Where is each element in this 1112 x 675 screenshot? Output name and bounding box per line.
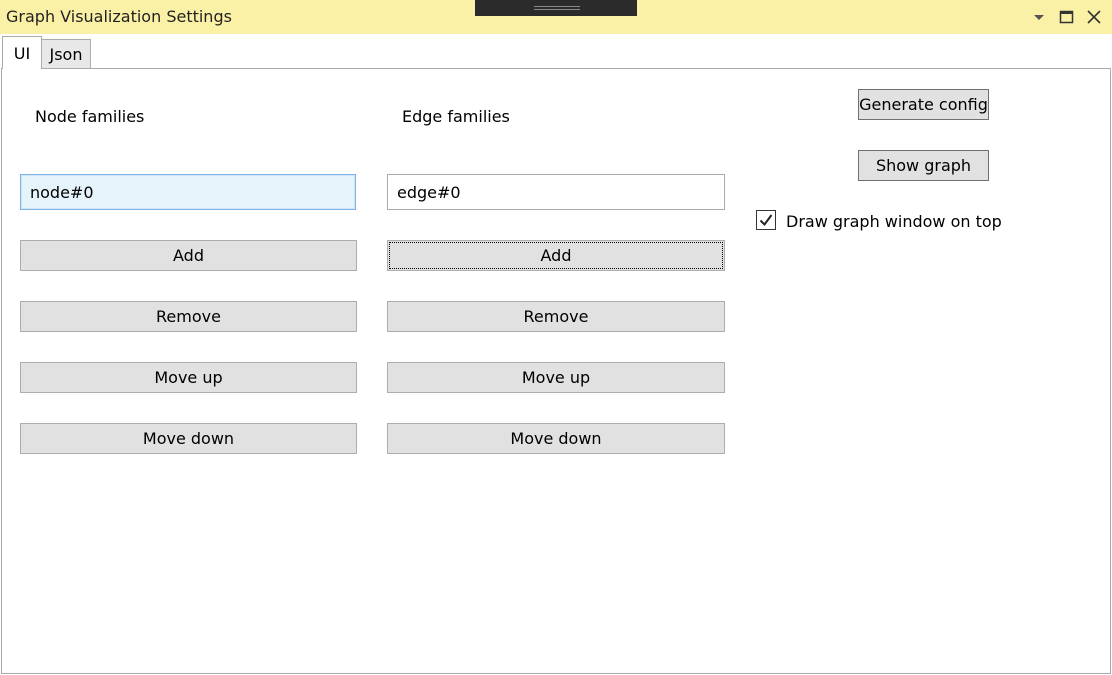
draw-on-top-checkbox[interactable] — [756, 210, 776, 230]
title-bar: Graph Visualization Settings — [0, 0, 1112, 34]
edge-remove-button[interactable]: Remove — [387, 301, 725, 332]
checkmark-icon — [759, 214, 773, 227]
node-move-down-button[interactable]: Move down — [20, 423, 357, 454]
edge-families-heading: Edge families — [402, 107, 510, 126]
drag-handle[interactable] — [475, 0, 637, 16]
edge-move-up-button[interactable]: Move up — [387, 362, 725, 393]
edge-family-input[interactable] — [387, 174, 725, 210]
edge-add-button[interactable]: Add — [387, 240, 725, 271]
grip-line — [534, 6, 580, 7]
node-families-heading: Node families — [35, 107, 145, 126]
node-add-button[interactable]: Add — [20, 240, 357, 271]
grip-line — [534, 9, 580, 10]
generate-config-button[interactable]: Generate config — [858, 89, 989, 120]
maximize-icon[interactable] — [1056, 6, 1078, 28]
tab-json[interactable]: Json — [41, 39, 91, 69]
node-family-input[interactable] — [20, 174, 356, 210]
node-move-up-button[interactable]: Move up — [20, 362, 357, 393]
close-icon[interactable] — [1083, 6, 1105, 28]
draw-on-top-label[interactable]: Draw graph window on top — [786, 212, 1002, 231]
chevron-down-icon[interactable] — [1028, 6, 1050, 28]
window-title: Graph Visualization Settings — [6, 7, 232, 26]
tab-ui[interactable]: UI — [2, 36, 42, 69]
show-graph-button[interactable]: Show graph — [858, 150, 989, 181]
node-remove-button[interactable]: Remove — [20, 301, 357, 332]
edge-move-down-button[interactable]: Move down — [387, 423, 725, 454]
